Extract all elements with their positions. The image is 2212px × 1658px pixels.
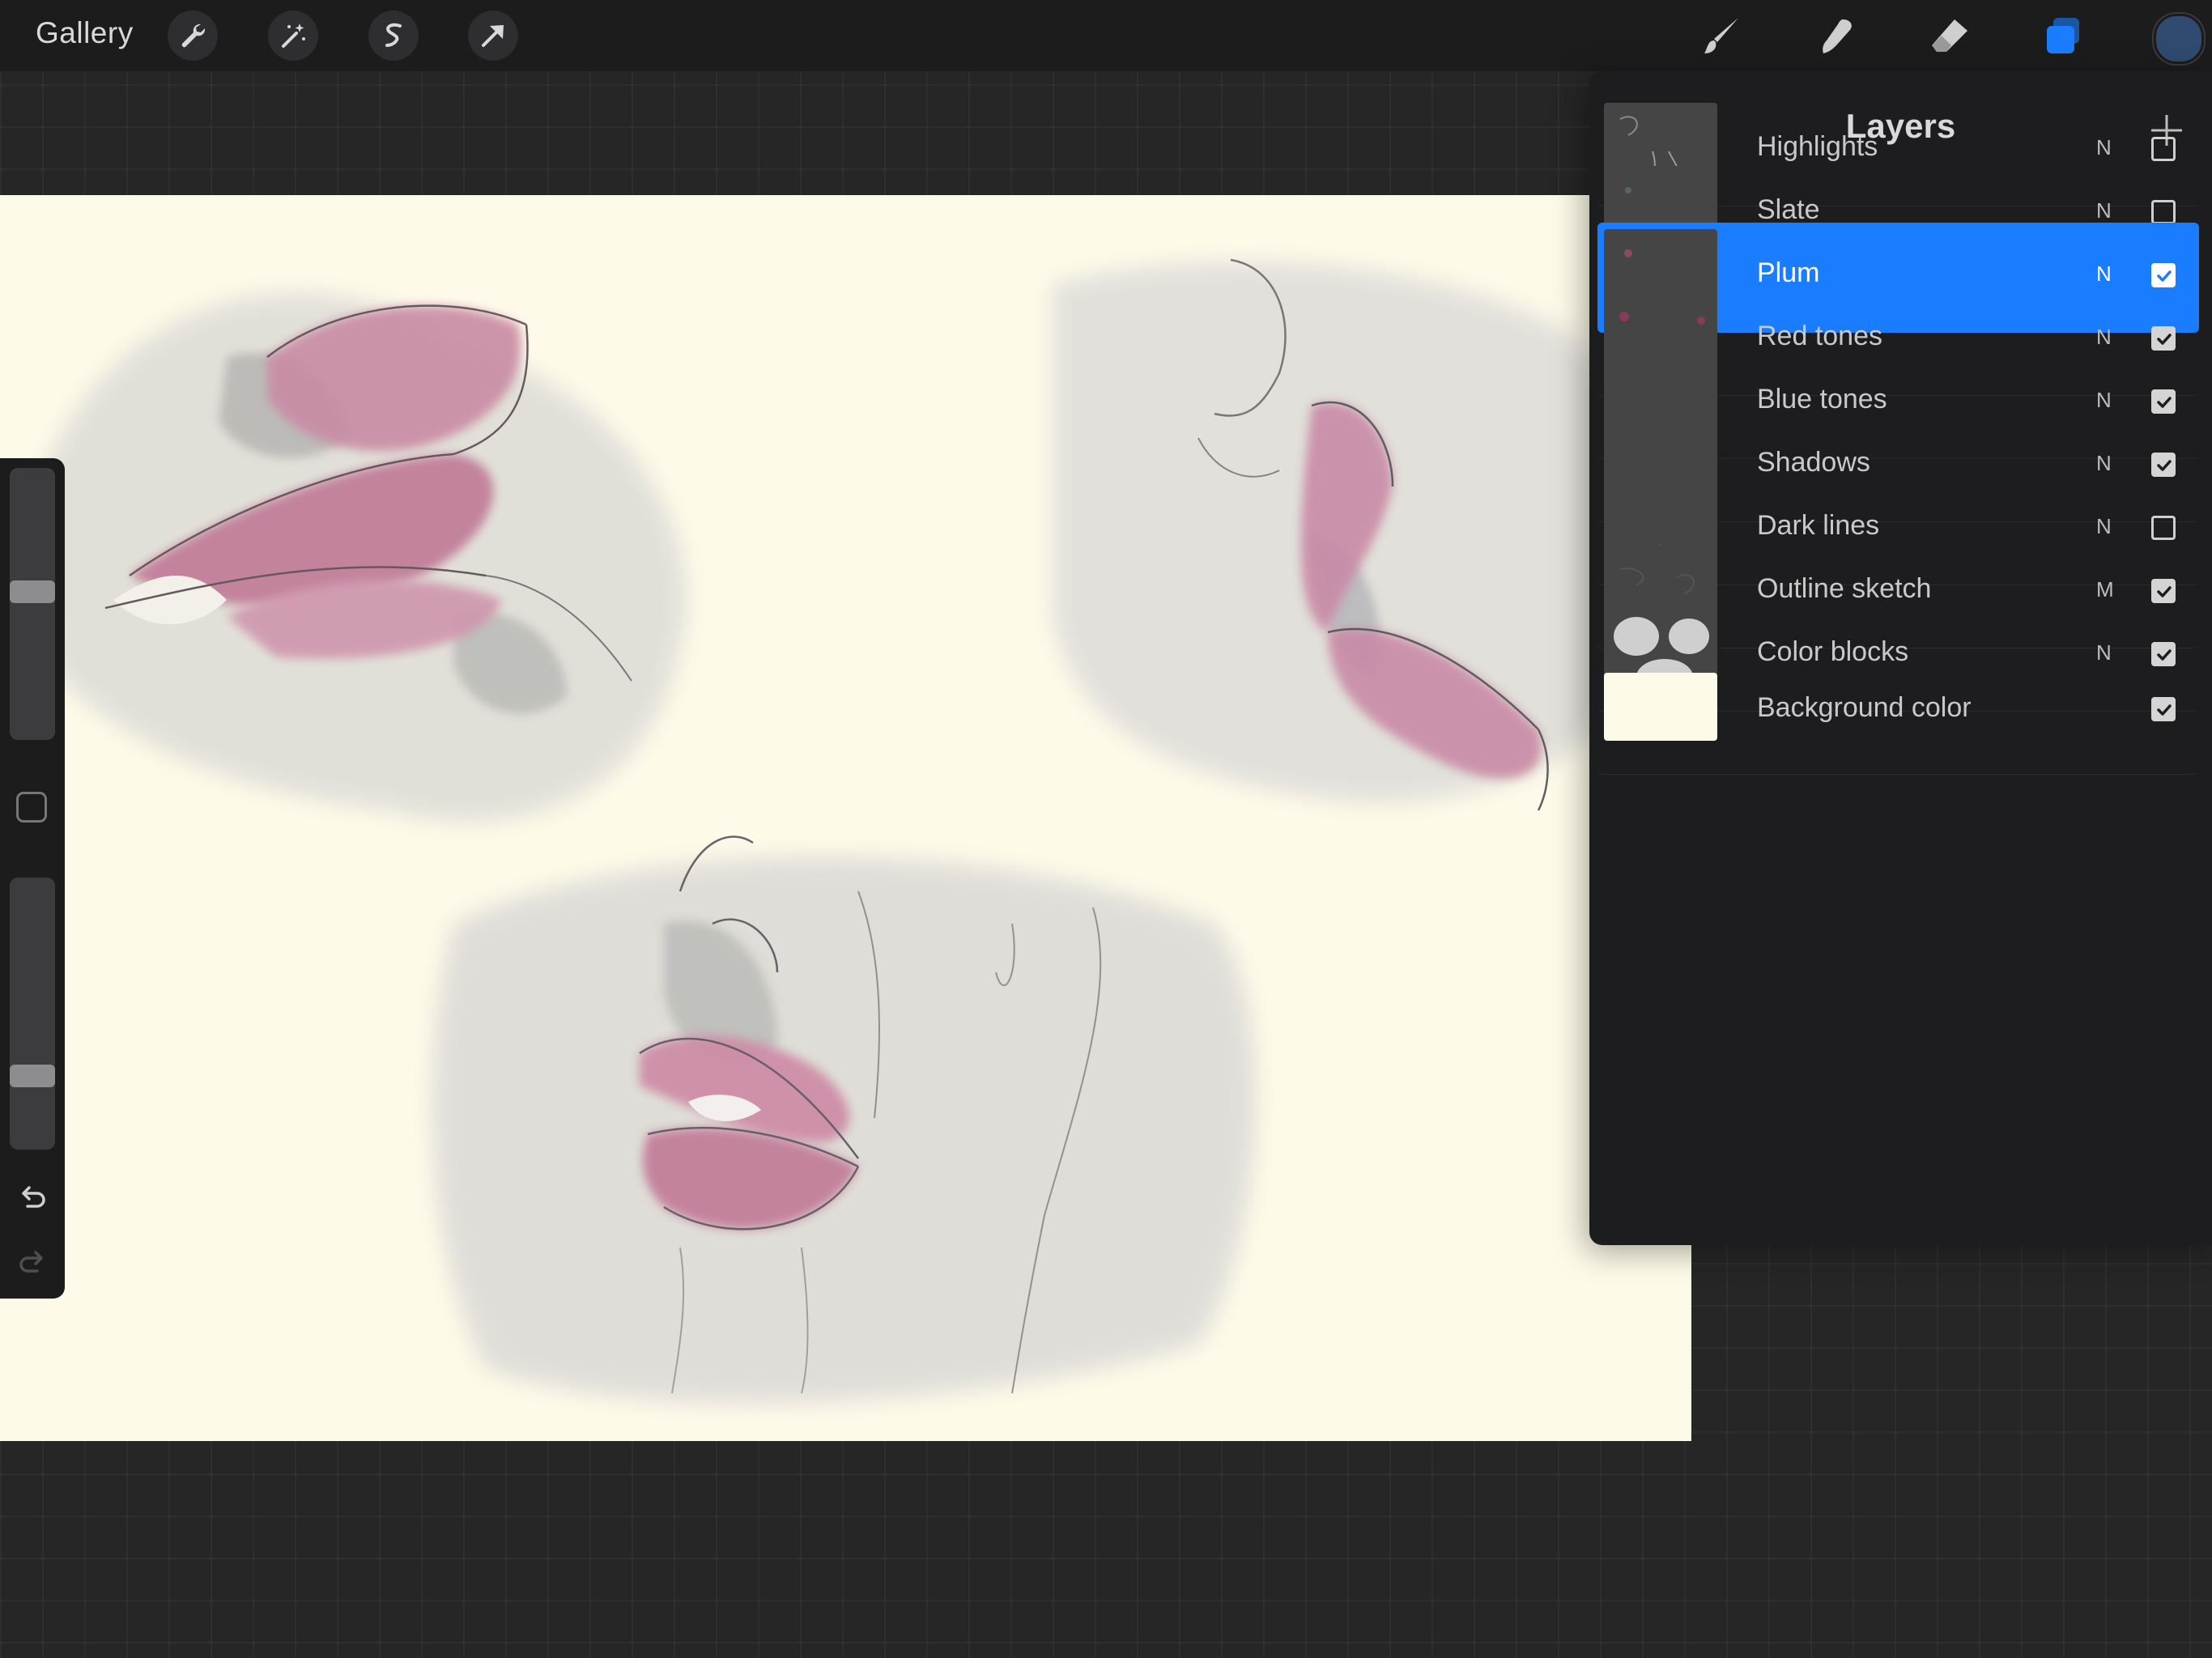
undo-icon[interactable] [15, 1180, 50, 1216]
layer-visibility-checkbox[interactable] [2151, 389, 2176, 414]
layer-row-background-color[interactable]: Background color [1597, 665, 2199, 775]
opacity-slider[interactable] [10, 878, 55, 1150]
blend-mode-button[interactable]: N [2096, 325, 2112, 350]
layer-name: Highlights [1757, 131, 1878, 162]
layer-visibility-checkbox[interactable] [2151, 579, 2176, 603]
layer-name: Slate [1757, 194, 1820, 225]
wrench-icon[interactable] [168, 11, 218, 61]
color-picker-button[interactable] [2154, 14, 2204, 64]
layer-visibility-checkbox[interactable] [2151, 326, 2176, 351]
redo-icon[interactable] [15, 1245, 50, 1281]
brush-size-slider[interactable] [10, 468, 55, 740]
blend-mode-button[interactable]: N [2096, 388, 2112, 413]
layer-visibility-checkbox[interactable] [2151, 137, 2176, 161]
layers-panel: Layers Highlights N Slate N Plum N Red tones N B… [1589, 71, 2212, 1245]
layer-visibility-checkbox[interactable] [2151, 697, 2176, 721]
transform-arrow-icon[interactable] [468, 11, 518, 61]
artwork-illustration [32, 258, 1656, 1404]
layer-visibility-checkbox[interactable] [2151, 642, 2176, 666]
blend-mode-button[interactable]: M [2096, 577, 2114, 602]
layer-name: Dark lines [1757, 510, 1880, 541]
opacity-thumb[interactable] [10, 1065, 55, 1087]
layer-name: Blue tones [1757, 384, 1887, 414]
left-sidebar [0, 458, 65, 1299]
blend-mode-button[interactable]: N [2096, 451, 2112, 476]
brush-size-thumb[interactable] [10, 580, 55, 603]
drawing-canvas[interactable] [0, 195, 1691, 1441]
layer-name: Red tones [1757, 321, 1882, 351]
blend-mode-button[interactable]: N [2096, 640, 2112, 665]
layer-thumbnail[interactable] [1604, 673, 1717, 741]
layer-visibility-checkbox[interactable] [2151, 453, 2176, 477]
selection-icon[interactable] [368, 11, 419, 61]
blend-mode-button[interactable]: N [2096, 261, 2112, 287]
brush-icon[interactable] [1698, 11, 1746, 60]
gallery-button[interactable]: Gallery [36, 16, 134, 50]
layer-visibility-checkbox[interactable] [2151, 200, 2176, 224]
top-toolbar: Gallery [0, 0, 2212, 71]
eraser-icon[interactable] [1925, 11, 1974, 60]
blend-mode-button[interactable]: N [2096, 514, 2112, 539]
blend-mode-button[interactable]: N [2096, 135, 2112, 160]
magic-wand-icon[interactable] [268, 11, 318, 61]
layers-icon[interactable] [2039, 11, 2087, 60]
layer-name: Plum [1757, 257, 1820, 288]
layer-name: Shadows [1757, 447, 1870, 478]
layer-name: Color blocks [1757, 636, 1909, 667]
blend-mode-button[interactable]: N [2096, 198, 2112, 223]
layer-name: Outline sketch [1757, 573, 1932, 604]
layer-visibility-checkbox[interactable] [2151, 263, 2176, 287]
layer-visibility-checkbox[interactable] [2151, 516, 2176, 540]
layer-name: Background color [1757, 692, 1972, 723]
smudge-icon[interactable] [1812, 11, 1861, 60]
modify-button[interactable] [16, 792, 47, 823]
